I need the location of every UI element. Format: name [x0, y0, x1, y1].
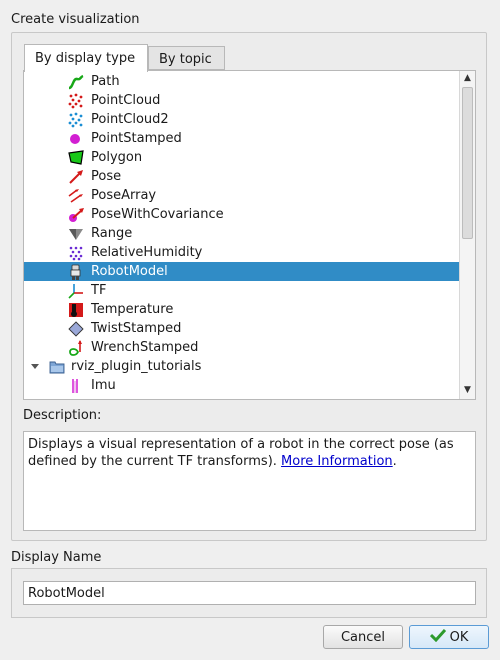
tree-item-label: PointCloud: [91, 93, 161, 108]
tree-item-label: TwistStamped: [91, 321, 182, 336]
tree-scrollbar[interactable]: ▲ ▼: [459, 71, 475, 399]
posewithcovariance-icon: [68, 207, 84, 223]
relativehumidity-icon: [68, 245, 84, 261]
tree-item-label: Range: [91, 226, 133, 241]
tree-item-label: WrenchStamped: [91, 340, 199, 355]
display-name-label: Display Name: [11, 550, 102, 565]
wrenchstamped-icon: [68, 340, 84, 356]
tree-item-label: PointStamped: [91, 131, 182, 146]
pose-icon: [68, 169, 84, 185]
tree-item-label: Imu: [91, 378, 116, 393]
tree-item-label: PoseArray: [91, 188, 157, 203]
pointstamped-icon: [68, 131, 84, 147]
tab-by-topic[interactable]: By topic: [148, 46, 225, 70]
twiststamped-icon: [68, 321, 84, 337]
tree-item-label: RobotModel: [91, 264, 168, 279]
tree-item-rviz-plugin-tutorials[interactable]: rviz_plugin_tutorials: [24, 357, 459, 376]
robotmodel-icon: [68, 264, 84, 280]
pointcloud-icon: [68, 93, 84, 109]
collapse-arrow-icon[interactable]: [30, 360, 40, 376]
tf-icon: [68, 283, 84, 299]
display-type-tree[interactable]: Path PointCloud PointCloud2 PointStamped…: [24, 71, 459, 399]
tree-item-label: PoseWithCovariance: [91, 207, 224, 222]
tree-item-label: Path: [91, 74, 120, 89]
ok-button[interactable]: OK: [409, 625, 489, 649]
tree-item-path[interactable]: Path: [24, 72, 459, 91]
scroll-down-icon[interactable]: ▼: [460, 383, 475, 398]
tree-item-tf[interactable]: TF: [24, 281, 459, 300]
tree-item-twiststamped[interactable]: TwistStamped: [24, 319, 459, 338]
tree-item-label: rviz_plugin_tutorials: [71, 359, 202, 374]
description-label: Description:: [23, 408, 102, 423]
tree-item-imu[interactable]: Imu: [24, 376, 459, 395]
dialog-title: Create visualization: [11, 12, 140, 27]
tree-item-label: TF: [91, 283, 107, 298]
checkmark-icon: [429, 628, 446, 646]
imu-icon: [68, 378, 84, 394]
tree-item-temperature[interactable]: Temperature: [24, 300, 459, 319]
cancel-label: Cancel: [340, 629, 386, 645]
tree-item-pose[interactable]: Pose: [24, 167, 459, 186]
pointcloud2-icon: [68, 112, 84, 128]
temperature-icon: [68, 302, 84, 318]
posearray-icon: [68, 188, 84, 204]
tree-item-pointcloud2[interactable]: PointCloud2: [24, 110, 459, 129]
tree-item-robotmodel[interactable]: RobotModel: [24, 262, 459, 281]
tree-item-label: PointCloud2: [91, 112, 169, 127]
scroll-up-icon[interactable]: ▲: [460, 71, 475, 86]
tab-by-display-type[interactable]: By display type: [24, 44, 148, 72]
tree-item-label: Polygon: [91, 150, 143, 165]
tree-item-label: RelativeHumidity: [91, 245, 203, 260]
tree-item-wrenchstamped[interactable]: WrenchStamped: [24, 338, 459, 357]
cancel-button[interactable]: Cancel: [323, 625, 403, 649]
path-icon: [68, 74, 84, 90]
scrollbar-thumb[interactable]: [462, 87, 473, 239]
tree-item-pointcloud[interactable]: PointCloud: [24, 91, 459, 110]
tree-item-label: Pose: [91, 169, 122, 184]
tree-item-polygon[interactable]: Polygon: [24, 148, 459, 167]
range-icon: [68, 226, 84, 242]
tree-item-posewithcovariance[interactable]: PoseWithCovariance: [24, 205, 459, 224]
ok-label: OK: [449, 629, 469, 645]
tree-item-pointstamped[interactable]: PointStamped: [24, 129, 459, 148]
description-suffix: .: [392, 454, 397, 469]
folder-icon: [49, 359, 65, 375]
more-information-link[interactable]: More Information: [281, 454, 393, 469]
description-box: Displays a visual representation of a ro…: [23, 431, 476, 531]
tree-item-relativehumidity[interactable]: RelativeHumidity: [24, 243, 459, 262]
polygon-icon: [68, 150, 84, 166]
tree-item-posearray[interactable]: PoseArray: [24, 186, 459, 205]
tree-item-label: Temperature: [91, 302, 174, 317]
tree-item-range[interactable]: Range: [24, 224, 459, 243]
display-name-field[interactable]: [23, 581, 476, 605]
